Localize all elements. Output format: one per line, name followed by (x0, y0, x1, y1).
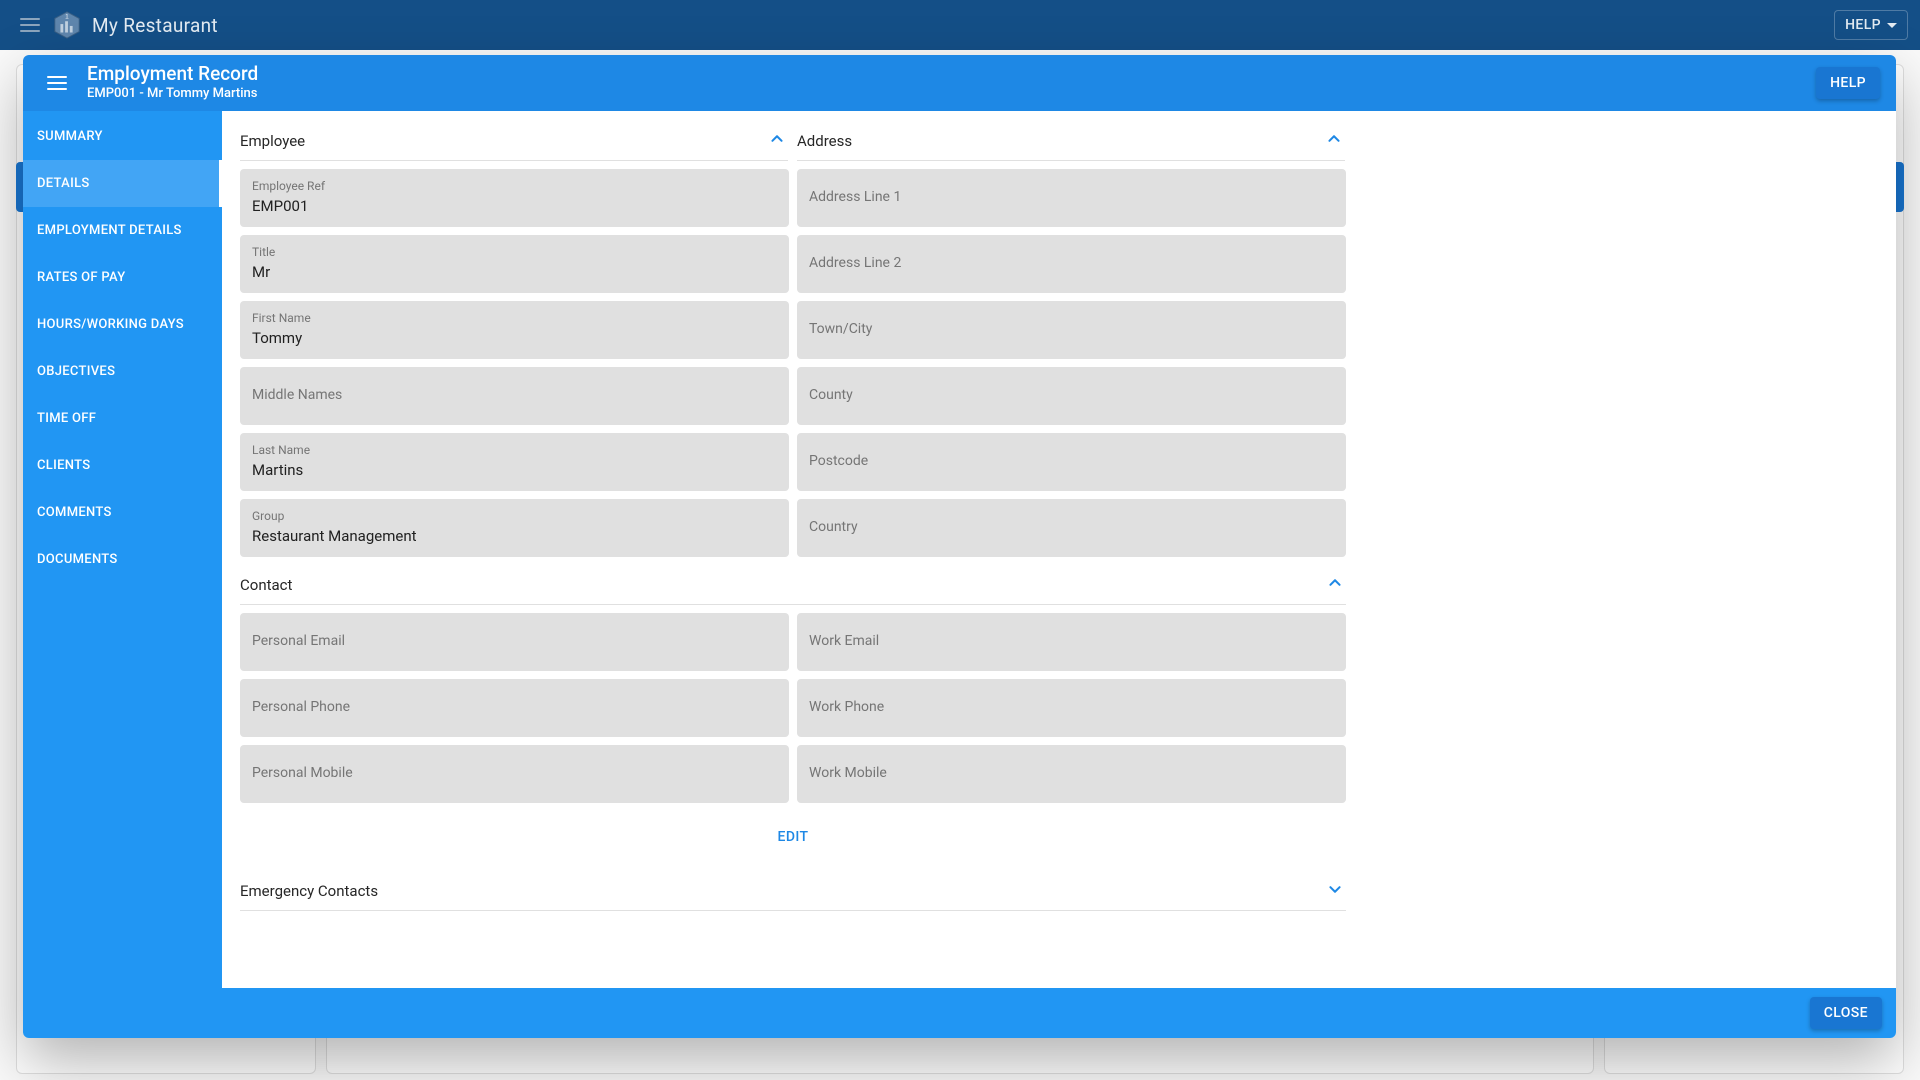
contact-work-fields: Work Email Work Phone Work Mobile (797, 613, 1346, 811)
field-label: County (809, 386, 1334, 404)
hamburger-icon (47, 76, 67, 90)
chevron-down-icon (1887, 23, 1897, 28)
modal-menu-button[interactable] (39, 65, 75, 101)
section-header-contact[interactable]: Contact (240, 565, 1346, 605)
field-group[interactable]: Group Restaurant Management (240, 499, 789, 557)
field-address-line-2[interactable]: Address Line 2 (797, 235, 1346, 293)
field-label: Personal Mobile (252, 764, 777, 782)
field-county[interactable]: County (797, 367, 1346, 425)
field-label: Country (809, 518, 1334, 536)
app-logo: 1 (52, 10, 82, 40)
section-title-employee: Employee (240, 132, 305, 150)
modal-footer: CLOSE (23, 988, 1896, 1038)
field-title[interactable]: Title Mr (240, 235, 789, 293)
sidebar-item-objectives[interactable]: OBJECTIVES (23, 348, 222, 395)
chevron-up-icon (766, 128, 788, 154)
app-title: My Restaurant (92, 14, 218, 37)
app-bar: 1 My Restaurant HELP (0, 0, 1920, 50)
hamburger-icon (20, 18, 40, 32)
section-title-emergency: Emergency Contacts (240, 882, 378, 900)
field-work-phone[interactable]: Work Phone (797, 679, 1346, 737)
field-last-name[interactable]: Last Name Martins (240, 433, 789, 491)
field-town-city[interactable]: Town/City (797, 301, 1346, 359)
app-menu-button[interactable] (12, 7, 48, 43)
field-employee-ref[interactable]: Employee Ref EMP001 (240, 169, 789, 227)
field-label: Last Name (252, 443, 777, 459)
modal-help-button[interactable]: HELP (1816, 67, 1880, 99)
section-title-address: Address (797, 132, 852, 150)
section-header-address[interactable]: Address (797, 121, 1345, 161)
field-label: Personal Email (252, 632, 777, 650)
field-address-line-1[interactable]: Address Line 1 (797, 169, 1346, 227)
chevron-up-icon (1324, 572, 1346, 598)
field-label: First Name (252, 311, 777, 327)
modal-content: Employee Address (222, 111, 1896, 988)
field-label: Work Email (809, 632, 1334, 650)
field-label: Title (252, 245, 777, 261)
edit-button[interactable]: EDIT (768, 821, 819, 853)
field-postcode[interactable]: Postcode (797, 433, 1346, 491)
sidebar-item-summary[interactable]: SUMMARY (23, 113, 222, 160)
modal-body: SUMMARY DETAILS EMPLOYMENT DETAILS RATES… (23, 111, 1896, 988)
field-label: Postcode (809, 452, 1334, 470)
sidebar-item-time-off[interactable]: TIME OFF (23, 395, 222, 442)
field-label: Employee Ref (252, 179, 777, 195)
field-label: Work Phone (809, 698, 1334, 716)
field-label: Address Line 1 (809, 188, 1334, 206)
field-personal-email[interactable]: Personal Email (240, 613, 789, 671)
chevron-up-icon (1323, 128, 1345, 154)
hexagon-logo-icon: 1 (52, 10, 82, 40)
section-header-employee[interactable]: Employee (240, 121, 788, 161)
close-button[interactable]: CLOSE (1810, 997, 1882, 1029)
field-value: Restaurant Management (252, 527, 777, 545)
sidebar-item-hours-working-days[interactable]: HOURS/WORKING DAYS (23, 301, 222, 348)
address-fields: Address Line 1 Address Line 2 Town/City … (797, 169, 1346, 565)
help-menu-label: HELP (1845, 17, 1881, 33)
section-header-emergency[interactable]: Emergency Contacts (240, 871, 1346, 911)
field-middle-names[interactable]: Middle Names (240, 367, 789, 425)
modal-title: Employment Record (87, 64, 258, 85)
field-work-email[interactable]: Work Email (797, 613, 1346, 671)
field-value: Mr (252, 263, 777, 281)
field-label: Town/City (809, 320, 1334, 338)
field-label: Group (252, 509, 777, 525)
field-value: EMP001 (252, 197, 777, 215)
sidebar-item-rates-of-pay[interactable]: RATES OF PAY (23, 254, 222, 301)
help-menu-button[interactable]: HELP (1834, 10, 1908, 40)
modal-header: Employment Record EMP001 - Mr Tommy Mart… (23, 55, 1896, 111)
sidebar-item-documents[interactable]: DOCUMENTS (23, 536, 222, 583)
field-personal-phone[interactable]: Personal Phone (240, 679, 789, 737)
field-label: Personal Phone (252, 698, 777, 716)
field-first-name[interactable]: First Name Tommy (240, 301, 789, 359)
employment-record-modal: Employment Record EMP001 - Mr Tommy Mart… (23, 55, 1896, 1038)
field-label: Address Line 2 (809, 254, 1334, 272)
sidebar-item-comments[interactable]: COMMENTS (23, 489, 222, 536)
sidebar-item-employment-details[interactable]: EMPLOYMENT DETAILS (23, 207, 222, 254)
field-personal-mobile[interactable]: Personal Mobile (240, 745, 789, 803)
contact-personal-fields: Personal Email Personal Phone Personal M… (240, 613, 789, 811)
field-value: Tommy (252, 329, 777, 347)
field-label: Work Mobile (809, 764, 1334, 782)
chevron-down-icon (1324, 878, 1346, 904)
field-country[interactable]: Country (797, 499, 1346, 557)
section-title-contact: Contact (240, 576, 292, 594)
sidebar-item-clients[interactable]: CLIENTS (23, 442, 222, 489)
modal-sidebar: SUMMARY DETAILS EMPLOYMENT DETAILS RATES… (23, 111, 222, 988)
employee-fields: Employee Ref EMP001 Title Mr First Name … (240, 169, 789, 565)
field-value: Martins (252, 461, 777, 479)
sidebar-item-details[interactable]: DETAILS (23, 160, 222, 207)
svg-text:1: 1 (65, 13, 69, 20)
edit-row: EDIT (240, 811, 1346, 871)
field-work-mobile[interactable]: Work Mobile (797, 745, 1346, 803)
modal-subtitle: EMP001 - Mr Tommy Martins (87, 87, 258, 101)
field-label: Middle Names (252, 386, 777, 404)
